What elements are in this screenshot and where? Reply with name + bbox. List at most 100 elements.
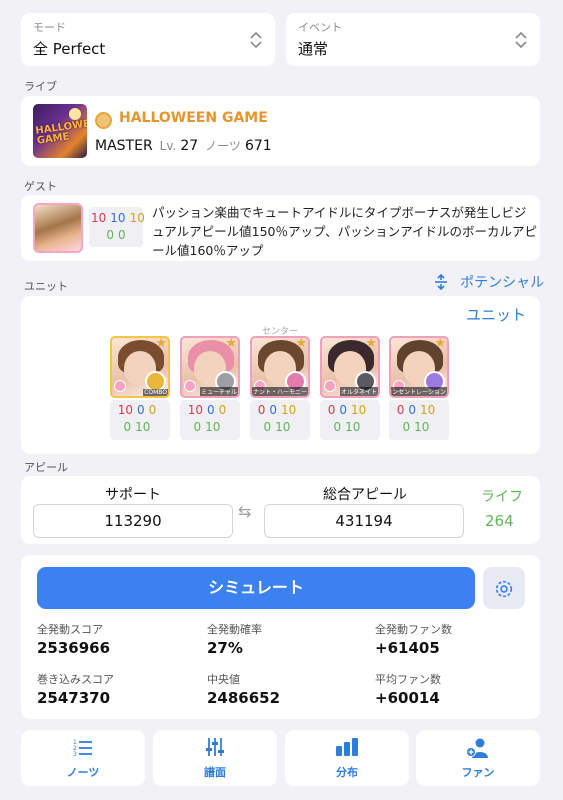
- live-card[interactable]: HALLOWEEN GAME HALLOWEEN GAME MASTER Lv. 2…: [21, 96, 540, 166]
- person-add-icon: [466, 738, 488, 758]
- skill-name: オルタネイト: [339, 387, 378, 396]
- unit-card: ユニット センター ★COMBO1000010★ミューチャル1000010★ドミ…: [21, 296, 540, 454]
- guest-section-label: ゲスト: [24, 180, 57, 193]
- potential-link[interactable]: ポテンシャル: [433, 272, 544, 292]
- stat-value: +61405: [375, 639, 440, 657]
- support-appeal-field[interactable]: 113290: [33, 504, 233, 538]
- event-select[interactable]: イベント 通常: [286, 13, 540, 66]
- attribute-icon: [324, 380, 336, 392]
- member-potential: 0 0 10 0 10: [389, 400, 449, 440]
- stat-label: 全発動ファン数: [375, 623, 452, 636]
- member-potential: 0 0 10 0 10: [320, 400, 380, 440]
- mode-select[interactable]: モード 全 Perfect: [21, 13, 275, 66]
- expand-vertical-icon: [435, 273, 447, 291]
- potential-link-label: ポテンシャル: [460, 275, 545, 291]
- tab-distribution-label: 分布: [336, 766, 358, 779]
- member-potential: 10 0 0 0 10: [110, 400, 170, 440]
- life-label: ライフ: [481, 489, 523, 505]
- guest-card[interactable]: 10 10 10 00 パッション楽曲でキュートアイドルにタイプボーナスが発生しビジ…: [21, 195, 540, 261]
- potential-skill: 10: [345, 420, 361, 434]
- potential-dance: 0: [207, 403, 215, 417]
- simulation-card: シミュレート 全発動スコア 2536966 全発動確率 27% 全発動ファン数 …: [21, 555, 540, 719]
- stat-value: +60014: [375, 689, 440, 707]
- star-icon: ★: [295, 336, 307, 351]
- potential-skill: 0: [118, 228, 126, 242]
- swap-icon[interactable]: ⇆: [238, 502, 251, 521]
- tab-score-label: 譜面: [204, 766, 226, 779]
- stat-value: 2486652: [207, 689, 281, 707]
- member-potential: 0 0 10 0 10: [250, 400, 310, 440]
- potential-vocal: 10: [187, 403, 203, 417]
- potential-visual: 10: [420, 403, 436, 417]
- potential-life: 0: [106, 228, 114, 242]
- unit-member-slot[interactable]: ★ドミナント・ハーモニー0010010: [250, 336, 310, 440]
- guest-idol-avatar: [33, 203, 83, 253]
- stat-value: 2536966: [37, 639, 111, 657]
- attribute-icon: [114, 380, 126, 392]
- tab-fans[interactable]: ファン: [416, 730, 540, 786]
- potential-visual: 0: [148, 403, 157, 417]
- song-jacket: HALLOWEEN GAME: [33, 104, 87, 158]
- potential-visual: 0: [218, 403, 227, 417]
- level-value: 27: [180, 138, 199, 154]
- tab-notes[interactable]: 1 2 3 ノーツ: [21, 730, 145, 786]
- sliders-icon: [206, 738, 224, 756]
- notes-value: 671: [244, 138, 272, 154]
- potential-life: 0: [333, 420, 342, 434]
- unit-member-slot[interactable]: ★ COMBO 10 0 0 0 10: [110, 336, 170, 440]
- stat-value: 27%: [207, 639, 243, 657]
- potential-vocal: 0: [327, 403, 336, 417]
- life-value: 264: [485, 512, 514, 530]
- star-icon: ★: [365, 336, 377, 351]
- potential-dance: 10: [110, 211, 126, 225]
- bar-chart-icon: [336, 738, 358, 756]
- potential-dance: 0: [269, 403, 277, 417]
- potential-life: 0: [263, 420, 272, 434]
- tab-notes-label: ノーツ: [66, 766, 100, 779]
- stat-label: 全発動スコア: [37, 623, 103, 636]
- song-title: HALLOWEEN GAME: [119, 110, 268, 126]
- total-appeal-field[interactable]: 431194: [264, 504, 464, 538]
- potential-life: 0: [402, 420, 411, 434]
- appeal-card: サポート 113290 ⇆ 総合アピール 431194 ライフ 264: [21, 476, 540, 544]
- potential-vocal: 10: [117, 403, 133, 417]
- potential-vocal: 0: [396, 403, 405, 417]
- moon-icon: [69, 108, 81, 120]
- unit-member-slot[interactable]: ★ オルタネイト 0 0 10 0 10: [320, 336, 380, 440]
- unit-section-label: ユニット: [24, 280, 68, 293]
- potential-visual: 10: [281, 403, 297, 417]
- tab-distribution[interactable]: 分布: [285, 730, 409, 786]
- potential-visual: 10: [129, 211, 145, 225]
- guest-leader-skill: パッション楽曲でキュートアイドルにタイプボーナスが発生しビジュアルアピール値15…: [152, 205, 537, 258]
- idol-card-image: ★ コンセントレーション: [389, 336, 449, 398]
- stat-label: 全発動確率: [207, 623, 262, 636]
- stat-label: 巻き込みスコア: [37, 673, 114, 686]
- event-value: 通常: [298, 40, 329, 58]
- potential-skill: 10: [414, 420, 430, 434]
- star-icon: ★: [434, 336, 446, 351]
- tab-score[interactable]: 譜面: [153, 730, 277, 786]
- settings-button[interactable]: [483, 567, 525, 609]
- potential-skill: 10: [205, 420, 221, 434]
- simulate-button[interactable]: シミュレート: [37, 567, 475, 609]
- idol-card-image: ★ COMBO: [110, 336, 170, 398]
- unit-member-slot[interactable]: ★ ミューチャル 10 0 0 0 10: [180, 336, 240, 440]
- idol-card-image: ★ オルタネイト: [320, 336, 380, 398]
- jacket-title: HALLOWEEN GAME: [34, 116, 87, 147]
- passion-type-icon: [95, 112, 112, 129]
- potential-visual: 10: [351, 403, 367, 417]
- potential-dance: 0: [339, 403, 347, 417]
- potential-skill: 10: [135, 420, 151, 434]
- idol-card-image: ★ ミューチャル: [180, 336, 240, 398]
- unit-member-slot[interactable]: ★ コンセントレーション 0 0 10 0 10: [389, 336, 449, 440]
- stat-label: 平均ファン数: [375, 673, 441, 686]
- song-meta: MASTER Lv. 27 ノーツ 671: [95, 137, 272, 154]
- chevron-up-down-icon: [250, 31, 262, 49]
- potential-life: 0: [193, 420, 202, 434]
- potential-dance: 0: [137, 403, 145, 417]
- tab-fans-label: ファン: [461, 766, 495, 779]
- potential-vocal: 10: [91, 211, 107, 225]
- stat-value: 2547370: [37, 689, 111, 707]
- appeal-section-label: アピール: [24, 461, 68, 474]
- unit-title-button[interactable]: ユニット: [466, 304, 526, 325]
